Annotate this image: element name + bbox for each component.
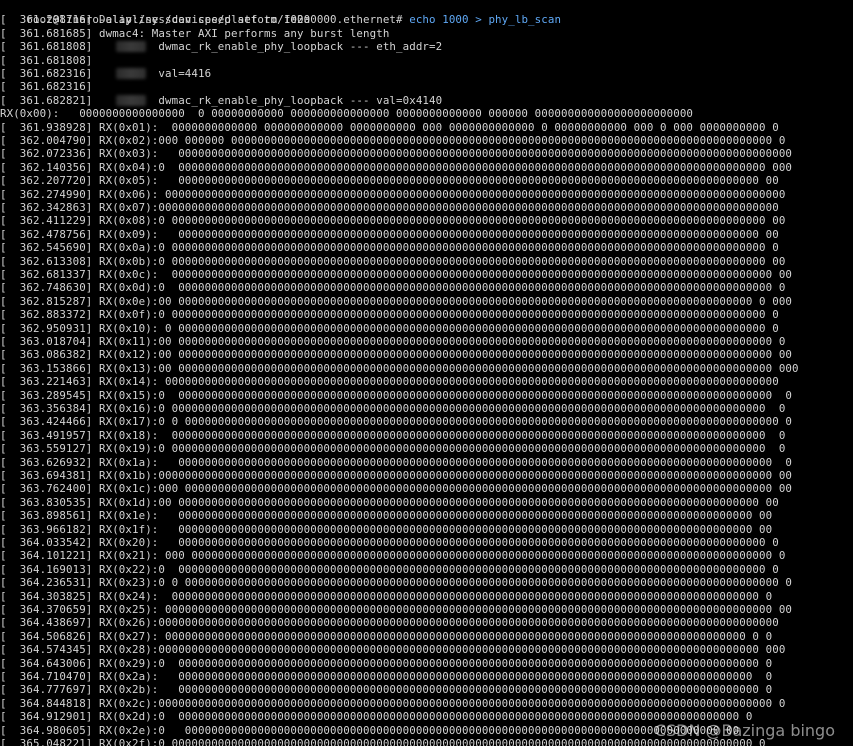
rx-scan-line: [ 362.681337] RX(0x0c): 0000000000000000… xyxy=(0,268,793,281)
rx-scan-line: [ 363.559127] RX(0x19):0 000000000000000… xyxy=(0,442,786,456)
rx-scan-line: [ 364.844818] RX(0x2c):00000000000000000… xyxy=(0,696,786,710)
rx-scan-line: [ 362.613308] RX(0x0b):0 000000000000000… xyxy=(0,254,786,268)
rx-scan-line: [ 363.424466] RX(0x17):0 0 0000000000000… xyxy=(0,415,793,429)
log-line: [ 361.681808] xyxy=(0,53,93,67)
rx-scan-line: [ 362.207720] RX(0x05): 0000000000000000… xyxy=(0,174,779,188)
rx-scan-line: [ 362.411229] RX(0x08):0 000000000000000… xyxy=(0,214,786,228)
log-line: [ 361.682316] val=4416 xyxy=(0,67,212,80)
rx-scan-line: [ 363.153866] RX(0x13):00 00000000000000… xyxy=(0,361,799,375)
rx-scan-line: [ 362.004790] RX(0x02):000 000000 000000… xyxy=(0,134,786,147)
log-line: [ 361.682316] xyxy=(0,80,93,94)
log-line: [ 361.682821] dwmac_rk_enable_phy_loopba… xyxy=(0,93,443,107)
log-line: [ 361.298716] Delayline scan speed set t… xyxy=(0,13,311,27)
watermark: CSDN @Bazinga bingo xyxy=(654,721,835,740)
shell-command: echo 1000 > phy_lb_scan xyxy=(409,13,562,27)
rx-scan-line: [ 364.643006] RX(0x29):0 000000000000000… xyxy=(0,656,773,670)
rx-scan-line: [ 362.883372] RX(0x0f):0 000000000000000… xyxy=(0,308,779,322)
rx-scan-line: [ 362.072336] RX(0x03): 0000000000000000… xyxy=(0,147,793,161)
rx-scan-line: [ 362.815287] RX(0x0e):00 00000000000000… xyxy=(0,294,793,308)
redaction-mark xyxy=(116,95,146,106)
rx-scan-line: [ 364.236531] RX(0x23):0 0 0000000000000… xyxy=(0,576,793,590)
rx-scan-line: [ 364.777697] RX(0x2b): 0000000000000000… xyxy=(0,683,773,697)
rx-scan-line: [ 363.762400] RX(0x1c):000 0000000000000… xyxy=(0,482,793,496)
rx-scan-line: [ 362.140356] RX(0x04):0 000000000000000… xyxy=(0,160,793,174)
rx-scan-line: [ 362.950931] RX(0x10): 0 00000000000000… xyxy=(0,321,779,335)
redaction-mark xyxy=(116,41,146,52)
rx-scan-line: [ 363.626932] RX(0x1a): 0000000000000000… xyxy=(0,455,793,469)
redaction-mark xyxy=(116,68,146,79)
shell-prompt-line: root@linaro-alip:/sys/devices/platform/f… xyxy=(0,0,561,26)
rx-scan-line: [ 363.694381] RX(0x1b):00000000000000000… xyxy=(0,469,793,482)
rx-scan-line: [ 363.289545] RX(0x15):0 000000000000000… xyxy=(0,388,793,402)
rx-scan-line: [ 363.898561] RX(0x1e): 0000000000000000… xyxy=(0,509,773,523)
rx-scan-line: [ 364.101221] RX(0x21): 000 000000000000… xyxy=(0,549,786,563)
rx-scan-line: [ 364.169013] RX(0x22):0 000000000000000… xyxy=(0,562,779,576)
rx-scan-line: [ 363.830535] RX(0x1d):00 00000000000000… xyxy=(0,495,779,509)
rx-scan-line: [ 362.545690] RX(0x0a):0 000000000000000… xyxy=(0,241,779,255)
rx-scan-line: [ 365.048221] RX(0x2f):0 000000000000000… xyxy=(0,737,766,746)
rx-scan-line: [ 364.438697] RX(0x26):00000000000000000… xyxy=(0,616,779,630)
rx-scan-line: [ 363.966182] RX(0x1f): 0000000000000000… xyxy=(0,522,773,536)
log-line: [ 361.681808] dwmac_rk_enable_phy_loopba… xyxy=(0,40,443,54)
rx-scan-line: [ 364.912901] RX(0x2d):0 000000000000000… xyxy=(0,710,753,724)
rx-scan-line: [ 364.033542] RX(0x20): 0000000000000000… xyxy=(0,536,779,549)
rx-scan-line: [ 364.506826] RX(0x27): 0000000000000000… xyxy=(0,629,773,643)
rx-scan-line: [ 364.574345] RX(0x28):00000000000000000… xyxy=(0,643,786,657)
rx-scan-line: [ 361.938928] RX(0x01): 0000000000000 00… xyxy=(0,120,779,134)
terminal-window[interactable]: root@linaro-alip:/sys/devices/platform/f… xyxy=(0,0,853,746)
rx-scan-line: [ 363.018704] RX(0x11):00 00000000000000… xyxy=(0,335,786,348)
rx-scan-line: [ 363.221463] RX(0x14): 0000000000000000… xyxy=(0,375,779,389)
rx-scan-line: [ 363.086382] RX(0x12):00 00000000000000… xyxy=(0,348,793,362)
rx-scan-line: [ 363.491957] RX(0x18): 0000000000000000… xyxy=(0,428,786,442)
rx-scan-line: [ 362.274990] RX(0x06): 0000000000000000… xyxy=(0,187,786,201)
log-line: [ 361.681685] dwmac4: Master AXI perform… xyxy=(0,26,390,40)
rx-scan-line: [ 364.370659] RX(0x25): 0000000000000000… xyxy=(0,603,793,616)
rx-scan-line: [ 363.356384] RX(0x16):0 000000000000000… xyxy=(0,402,786,415)
rx-scan-line: [ 362.478756] RX(0x09): 0000000000000000… xyxy=(0,227,779,241)
rx-scan-line: [ 364.303825] RX(0x24): 0000000000000000… xyxy=(0,589,773,603)
rx-scan-line: [ 364.710470] RX(0x2a): 0000000000000000… xyxy=(0,670,773,683)
rx-scan-line: [ 362.342863] RX(0x07):00000000000000000… xyxy=(0,201,779,214)
rx-scan-line: [ 362.748630] RX(0x0d):0 000000000000000… xyxy=(0,281,786,295)
rx-scan-line: RX(0x00): 0000000000000000 0 00000000000… xyxy=(0,107,694,121)
rx-scan-line: [ 364.980605] RX(0x2e):0 000000000000000… xyxy=(0,723,740,737)
